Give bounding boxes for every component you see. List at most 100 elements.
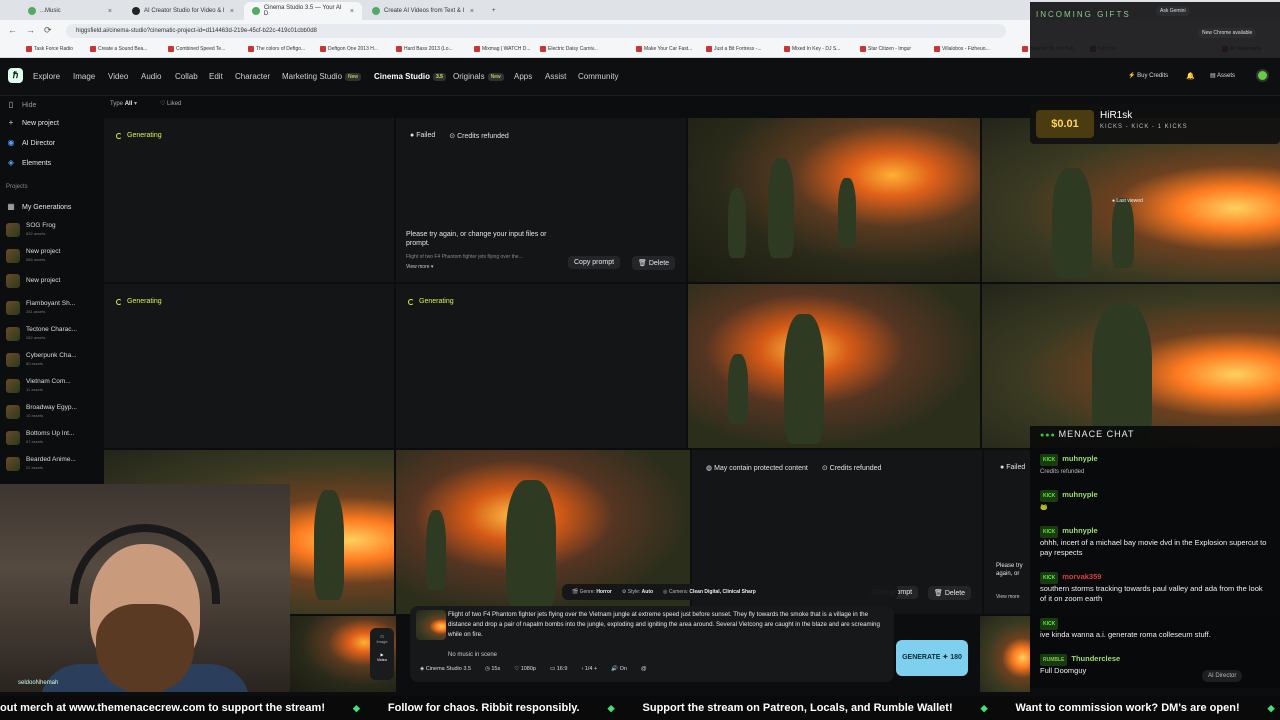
browser-tab[interactable]: Create AI Videos from Text & I ×: [364, 2, 482, 20]
generation-card[interactable]: Generating: [104, 284, 394, 448]
close-tab-icon[interactable]: ×: [350, 8, 354, 15]
sidebar-project-item[interactable]: SOG Frog 832 assets: [6, 222, 56, 238]
ticker-separator-icon: ◆: [352, 702, 360, 713]
copy-prompt-button[interactable]: Copy prompt: [568, 256, 621, 269]
tab-favicon-icon: [132, 7, 140, 15]
sidebar-project-item[interactable]: Tectone Charac... 262 assets: [6, 326, 77, 342]
chat-message: KICK muhnyple ohhh, incert of a michael ba…: [1040, 526, 1267, 557]
duration-selector[interactable]: ◷ 15s: [485, 666, 500, 672]
ratio-selector[interactable]: ▭ 16:9: [550, 666, 567, 672]
webcam-username: seldooNhemah: [18, 680, 59, 686]
sidebar-project-item[interactable]: Bottoms Up Int... 67 assets: [6, 430, 74, 446]
close-tab-icon[interactable]: ×: [108, 8, 112, 15]
camera-selector[interactable]: ◎ Camera: Clean Digital, Clinical Sharp: [663, 589, 756, 595]
bookmark-item[interactable]: Deftgon One 2013 H...: [320, 46, 378, 52]
bookmark-item[interactable]: Make Your Car Fast...: [636, 46, 692, 52]
ask-gemini-button[interactable]: Ask Gemini: [1156, 6, 1190, 16]
bookmark-item[interactable]: Mixmag | WATCH D...: [474, 46, 531, 52]
nav-apps[interactable]: Apps: [514, 72, 532, 81]
nav-image[interactable]: Image: [73, 72, 95, 81]
bookmark-item[interactable]: Star Citizen - Imgur: [860, 46, 911, 52]
reload-icon[interactable]: ⟳: [44, 25, 52, 36]
bookmark-item[interactable]: Just a Bit Fortress -...: [706, 46, 762, 52]
nav-video[interactable]: Video: [108, 72, 128, 81]
close-tab-icon[interactable]: ×: [470, 8, 474, 15]
style-selector[interactable]: ⚙ Style: Auto: [622, 589, 653, 595]
sidebar-project-item[interactable]: Broadway Egyp... 10 assets: [6, 404, 77, 420]
sidebar-project-item[interactable]: New project 586 assets: [6, 248, 60, 264]
browser-tab[interactable]: ...Music ×: [20, 2, 120, 20]
browser-tab[interactable]: AI Creator Studio for Video & I ×: [124, 2, 242, 20]
generation-card[interactable]: Generating: [396, 284, 686, 448]
avatar[interactable]: [1256, 69, 1269, 82]
failed-card[interactable]: ● Failed ⊙ Credits refunded Please try ag…: [396, 118, 686, 282]
generate-button[interactable]: GENERATE ✦ 180: [896, 640, 968, 676]
forward-icon[interactable]: →: [26, 25, 35, 35]
bookmark-item[interactable]: Hard Bass 2013 (Lo...: [396, 46, 453, 52]
video-mode-tab[interactable]: ▶ Video: [370, 652, 394, 662]
nav-originals[interactable]: Originals New: [453, 72, 504, 81]
assets-button[interactable]: ▤ Assets: [1210, 72, 1235, 79]
nav-collab[interactable]: Collab: [175, 72, 198, 81]
sidebar-elements[interactable]: ◈ Elements: [6, 158, 51, 168]
image-mode-tab[interactable]: ⊡ Image: [370, 634, 394, 644]
delete-button[interactable]: 🗑 Delete: [928, 586, 972, 600]
generated-image[interactable]: [688, 118, 980, 282]
nav-community[interactable]: Community: [578, 72, 618, 81]
chrome-update-button[interactable]: New Chrome available: [1198, 28, 1257, 38]
nav-edit[interactable]: Edit: [209, 72, 223, 81]
sidebar-project-item[interactable]: New project: [6, 274, 60, 288]
project-asset-count: 10 assets: [26, 413, 44, 418]
bookmark-item[interactable]: Villalobos - Fizheuo...: [934, 46, 990, 52]
generated-image[interactable]: [980, 616, 1030, 692]
sidebar-project-item[interactable]: Bearded Anime... 22 assets: [6, 456, 76, 472]
browser-tab-active[interactable]: Cinema Studio 3.5 — Your AI D ×: [244, 2, 362, 20]
nav-marketing-studio[interactable]: Marketing Studio New: [282, 72, 362, 81]
nav-explore[interactable]: Explore: [33, 72, 60, 81]
type-filter[interactable]: Type All ▾: [110, 100, 137, 107]
url-field[interactable]: higgsfield.ai/cinema-studio?cinematic-pr…: [66, 24, 1006, 38]
quality-selector[interactable]: ♡ 1080p: [514, 666, 536, 672]
reference-thumbnail[interactable]: [416, 610, 446, 640]
sidebar-project-item[interactable]: Flamboyant Sh... 281 assets: [6, 300, 75, 316]
generated-image[interactable]: [982, 284, 1280, 448]
bookmark-item[interactable]: Electric Daisy Carniv...: [540, 46, 598, 52]
project-asset-count: 22 assets: [26, 465, 44, 470]
bookmark-item[interactable]: The colors of Deftgo...: [248, 46, 305, 52]
higgsfield-logo-icon[interactable]: ℏ: [8, 68, 23, 83]
back-icon[interactable]: ←: [8, 25, 17, 35]
bookmark-item[interactable]: Combined Speed Te...: [168, 46, 225, 52]
liked-filter[interactable]: ♡ Liked: [160, 100, 181, 107]
close-tab-icon[interactable]: ×: [230, 8, 234, 15]
sidebar-project-item[interactable]: Cyberpunk Cha... 80 assets: [6, 352, 77, 368]
audio-toggle[interactable]: 🔊 On: [611, 666, 627, 672]
ai-director-floating-button[interactable]: AI Director: [1202, 670, 1243, 682]
new-tab-button[interactable]: +: [484, 2, 500, 20]
model-selector[interactable]: ◈ Cinema Studio 3.5: [420, 666, 471, 672]
bookmark-item[interactable]: Task Force Radio: [26, 46, 73, 52]
view-more-link[interactable]: View more ▾: [406, 264, 433, 270]
bookmark-item[interactable]: Mixed In Key - DJ S...: [784, 46, 840, 52]
nav-audio[interactable]: Audio: [141, 72, 161, 81]
sidebar-my-generations[interactable]: ▦ My Generations: [6, 202, 71, 212]
prompt-textarea[interactable]: Flight of two F4 Phantom fighter jets fl…: [448, 610, 884, 640]
sidebar-new-project[interactable]: + New project: [6, 118, 59, 128]
genre-selector[interactable]: 🎬 Genre: Horror: [572, 589, 612, 595]
project-asset-count: 262 assets: [26, 335, 46, 340]
at-mention-icon[interactable]: @: [641, 666, 647, 672]
count-stepper[interactable]: ‹ 1/4 +: [581, 666, 597, 672]
bell-icon[interactable]: 🔔: [1186, 72, 1195, 80]
generated-image[interactable]: [688, 284, 980, 448]
sidebar-ai-director[interactable]: ◉ AI Director: [6, 138, 56, 148]
nav-assist[interactable]: Assist: [545, 72, 566, 81]
buy-credits-button[interactable]: ⚡ Buy Credits: [1128, 72, 1168, 79]
sidebar-hide-button[interactable]: ▯ Hide: [6, 100, 37, 110]
nav-character[interactable]: Character: [235, 72, 270, 81]
sidebar-project-item[interactable]: Vietnam Com... 11 assets: [6, 378, 71, 394]
bookmark-item[interactable]: Create a Sound Bea...: [90, 46, 147, 52]
delete-button[interactable]: 🗑 Delete: [632, 256, 676, 270]
nav-cinema-studio[interactable]: Cinema Studio 3.5: [374, 72, 446, 81]
generation-card[interactable]: Generating: [104, 118, 394, 282]
view-more-link[interactable]: View more: [996, 594, 1020, 600]
music-setting[interactable]: No music in scene: [448, 652, 497, 658]
